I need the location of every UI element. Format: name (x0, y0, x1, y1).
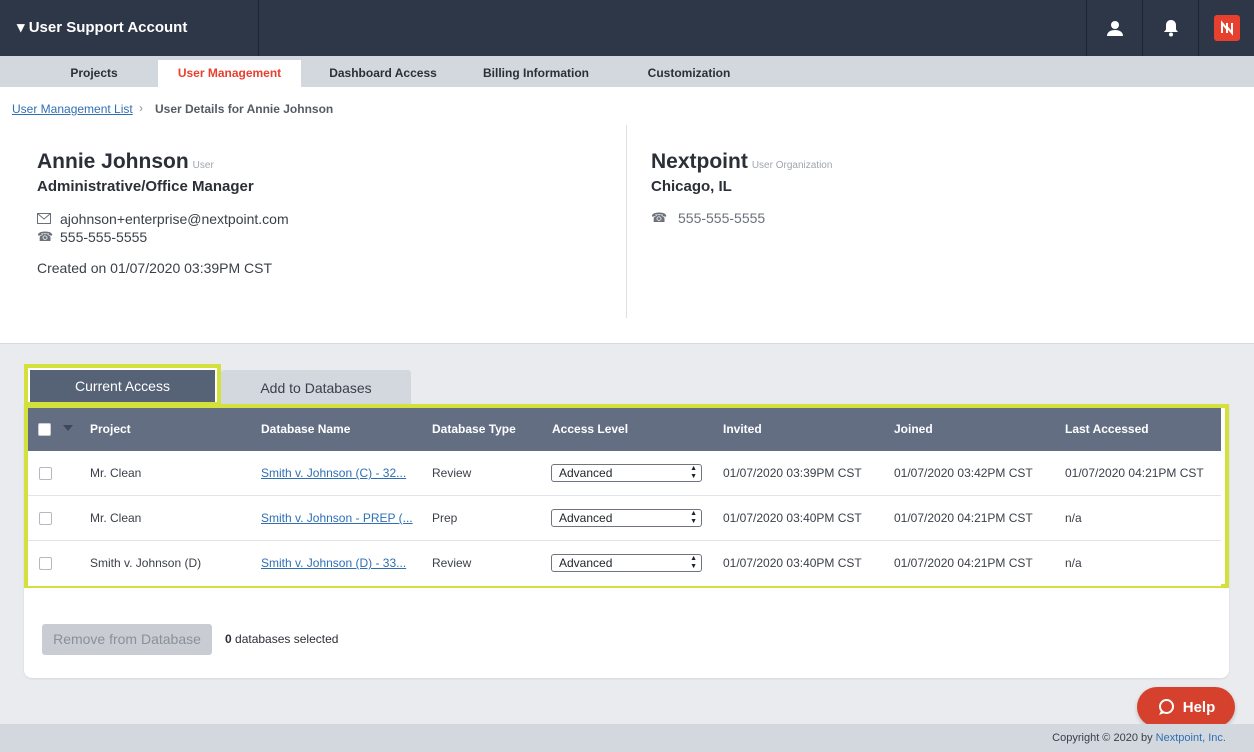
org-location: Chicago, IL (651, 178, 732, 195)
org-phone-row: ☎ 555-555-5555 (651, 210, 765, 226)
org-name: Nextpoint User Organization (651, 150, 832, 174)
user-title: Administrative/Office Manager (37, 178, 254, 195)
main-nav: Projects User Management Dashboard Acces… (0, 56, 1254, 87)
col-database-name[interactable]: Database Name (261, 408, 350, 451)
cell-last-accessed: 01/07/2020 04:21PM CST (1065, 466, 1204, 480)
envelope-icon (37, 212, 53, 227)
phone-icon: ☎ (651, 210, 668, 225)
access-level-value: Advanced (559, 466, 613, 480)
access-level-select[interactable]: Advanced ▲ ▼ (551, 509, 702, 527)
selected-count-suffix: databases selected (231, 632, 339, 646)
org-phone: 555-555-5555 (678, 210, 766, 226)
col-access-level[interactable]: Access Level (552, 408, 628, 451)
cell-invited: 01/07/2020 03:39PM CST (723, 466, 862, 480)
user-name-text: Annie Johnson (37, 150, 189, 173)
selected-count: 0 databases selected (225, 632, 338, 646)
tab-billing-information[interactable]: Billing Information (474, 60, 598, 87)
access-level-value: Advanced (559, 511, 613, 525)
row-checkbox[interactable] (39, 467, 52, 480)
cell-project: Mr. Clean (90, 511, 142, 525)
org-tag: User Organization (751, 160, 833, 171)
tab-current-access-label: Current Access (30, 370, 215, 402)
breadcrumb-user-management-list[interactable]: User Management List (12, 102, 133, 116)
table-row: Mr. Clean Smith v. Johnson (C) - 32... R… (28, 451, 1221, 496)
cell-database-link[interactable]: Smith v. Johnson (D) - 33... (261, 541, 406, 586)
footer: Copyright © 2020 by Nextpoint, Inc. (0, 724, 1254, 752)
tab-dashboard-access[interactable]: Dashboard Access (320, 60, 446, 87)
user-phone-row: ☎ 555-555-5555 (37, 229, 147, 245)
cell-joined: 01/07/2020 04:21PM CST (894, 556, 1033, 570)
table-row: Mr. Clean Smith v. Johnson - PREP (... P… (28, 496, 1221, 541)
user-tag: User (192, 160, 214, 171)
select-arrows-icon: ▲ ▼ (690, 510, 697, 525)
copyright-text: Copyright © 2020 by (1052, 732, 1156, 744)
help-label: Help (1182, 698, 1216, 716)
org-name-text: Nextpoint (651, 150, 748, 173)
user-phone: 555-555-5555 (60, 229, 148, 245)
top-bar: ▾ User Support Account Dashboard (0, 0, 1254, 92)
cell-type: Prep (432, 511, 458, 525)
tab-user-management[interactable]: User Management (158, 60, 301, 87)
row-checkbox[interactable] (39, 557, 52, 570)
select-arrows-icon: ▲ ▼ (690, 465, 697, 480)
select-all-checkbox[interactable] (38, 423, 51, 436)
bell-icon[interactable] (1142, 0, 1198, 56)
cell-last-accessed: n/a (1065, 556, 1082, 570)
account-switcher[interactable]: ▾ User Support Account Dashboard (0, 0, 259, 92)
breadcrumb-current: User Details for Annie Johnson (155, 102, 334, 116)
tab-current-access[interactable]: Current Access (24, 364, 221, 406)
access-level-select[interactable]: Advanced ▲ ▼ (551, 554, 702, 572)
col-joined[interactable]: Joined (894, 408, 933, 451)
cell-joined: 01/07/2020 04:21PM CST (894, 511, 1033, 525)
tab-projects[interactable]: Projects (40, 60, 148, 87)
selected-count-number: 0 (225, 632, 232, 646)
chat-bubble-icon (1158, 699, 1174, 715)
breadcrumb-chevron-icon: › (139, 101, 143, 115)
user-name: Annie Johnson User (37, 150, 214, 174)
cell-last-accessed: n/a (1065, 511, 1082, 525)
cell-type: Review (432, 556, 472, 570)
user-created: Created on 01/07/2020 03:39PM CST (37, 260, 273, 276)
cell-project: Mr. Clean (90, 466, 142, 480)
chevron-down-icon[interactable] (63, 425, 73, 431)
phone-icon: ☎ (37, 229, 54, 244)
cell-project: Smith v. Johnson (D) (90, 556, 202, 570)
col-database-type[interactable]: Database Type (432, 408, 516, 451)
cell-invited: 01/07/2020 03:40PM CST (723, 556, 862, 570)
access-level-value: Advanced (559, 556, 613, 570)
remove-from-database-button[interactable]: Remove from Database (42, 624, 212, 655)
user-email-row: ajohnson+enterprise@nextpoint.com (37, 211, 289, 227)
tab-add-to-databases[interactable]: Add to Databases (221, 370, 411, 405)
user-details-panel: User Management List › User Details for … (0, 87, 1254, 344)
select-arrows-icon: ▲ ▼ (690, 555, 697, 570)
row-checkbox[interactable] (39, 512, 52, 525)
cell-database-link[interactable]: Smith v. Johnson (C) - 32... (261, 451, 406, 496)
details-divider (626, 125, 627, 318)
cell-type: Review (432, 466, 472, 480)
tab-customization[interactable]: Customization (636, 60, 742, 87)
col-last-accessed[interactable]: Last Accessed (1065, 408, 1149, 451)
copyright: Copyright © 2020 by Nextpoint, Inc. (1052, 732, 1226, 744)
user-icon[interactable] (1086, 0, 1142, 56)
col-project[interactable]: Project (90, 408, 131, 451)
cell-database-link[interactable]: Smith v. Johnson - PREP (... (261, 496, 413, 541)
company-link[interactable]: Nextpoint, Inc. (1156, 732, 1226, 744)
col-invited[interactable]: Invited (723, 408, 762, 451)
help-button[interactable]: Help (1137, 687, 1235, 727)
cell-invited: 01/07/2020 03:40PM CST (723, 511, 862, 525)
table-row: Smith v. Johnson (D) Smith v. Johnson (D… (28, 541, 1221, 586)
user-email: ajohnson+enterprise@nextpoint.com (60, 211, 289, 227)
table-header: Project Database Name Database Type Acce… (28, 408, 1221, 451)
access-level-select[interactable]: Advanced ▲ ▼ (551, 464, 702, 482)
cell-joined: 01/07/2020 03:42PM CST (894, 466, 1033, 480)
nextpoint-logo[interactable] (1198, 0, 1254, 56)
access-table: Project Database Name Database Type Acce… (24, 404, 1229, 588)
